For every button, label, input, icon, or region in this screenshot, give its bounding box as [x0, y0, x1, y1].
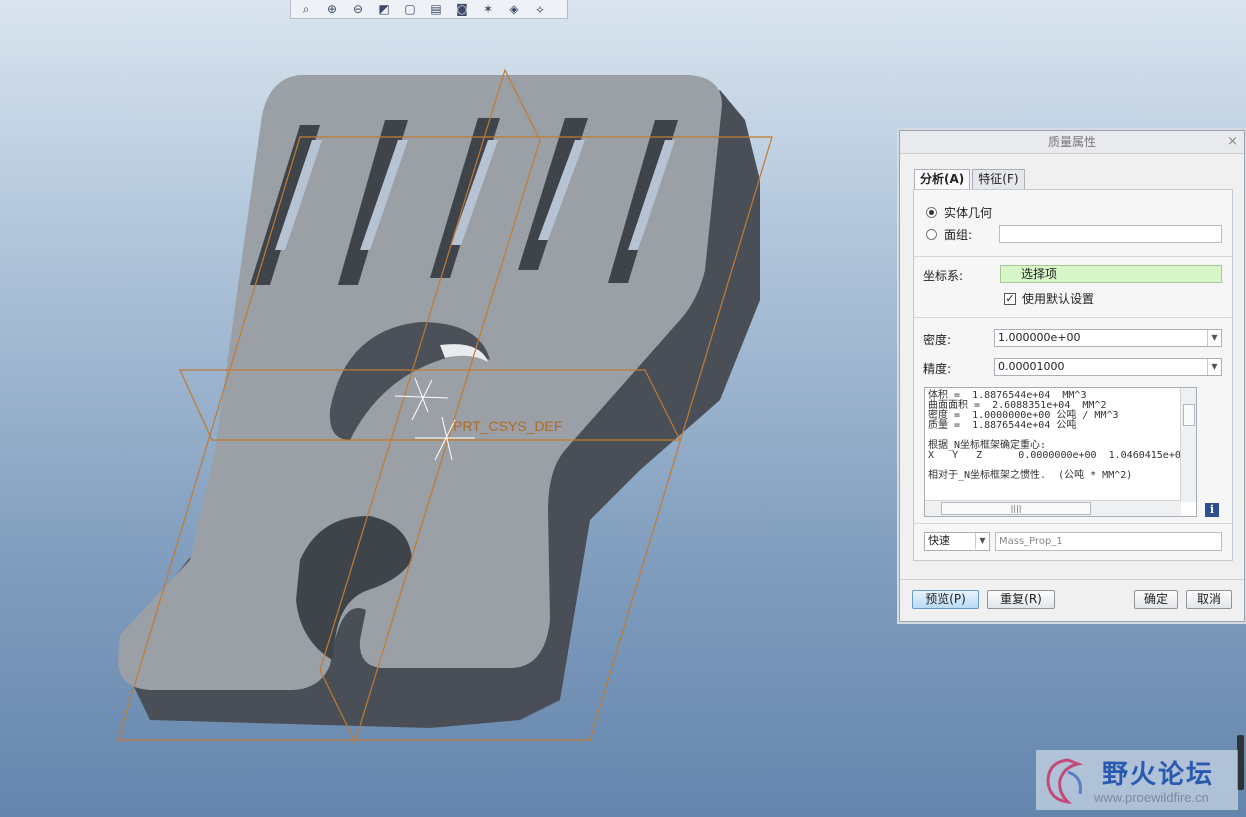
results-textbox[interactable]: 体积 = 1.8876544e+04 MM^3 曲面面积 = 2.6088351…: [924, 387, 1197, 517]
quilt-radio[interactable]: [926, 229, 937, 240]
ok-button[interactable]: 确定: [1134, 590, 1178, 609]
tab-feature[interactable]: 特征(F): [972, 169, 1025, 189]
chevron-down-icon[interactable]: ▼: [1207, 359, 1221, 375]
quilt-label: 面组:: [944, 228, 973, 242]
density-value: 1.000000e+00: [998, 331, 1081, 344]
precision-value: 0.00001000: [998, 360, 1065, 373]
precision-label: 精度:: [923, 362, 952, 376]
camera-icon[interactable]: ◙: [451, 1, 473, 18]
default-setting-checkbox[interactable]: ✓: [1004, 292, 1016, 305]
analysis-panel: 实体几何 面组: 坐标系: 选择项 ✓ 使用默认设置 密度: 1.000000e…: [913, 189, 1233, 561]
chevron-down-icon[interactable]: ▼: [1207, 330, 1221, 346]
tab-analysis[interactable]: 分析(A): [914, 169, 971, 190]
zoom-fit-icon[interactable]: ⌕: [295, 1, 317, 18]
display-style-icon[interactable]: ▢: [399, 1, 421, 18]
info-icon[interactable]: i: [1205, 503, 1219, 517]
view-toolbar: ⌕ ⊕ ⊖ ◩ ▢ ▤ ◙ ✶ ◈ ⟡: [290, 0, 568, 19]
dialog-title-text: 质量属性: [1047, 135, 1096, 149]
watermark-url: www.proewildfire.cn: [1094, 790, 1209, 805]
cancel-button[interactable]: 取消: [1186, 590, 1232, 609]
mode-value: 快速: [928, 534, 950, 547]
zoom-in-icon[interactable]: ⊕: [321, 1, 343, 18]
result-line: 质量 = 1.8876544e+04 公吨: [928, 420, 1077, 431]
solid-geometry-label: 实体几何: [944, 206, 993, 220]
viewport-scrollbar[interactable]: [1237, 735, 1244, 790]
repeat-button[interactable]: 重复(R): [987, 590, 1055, 609]
forum-logo-icon: [1046, 758, 1084, 804]
dialog-title: 质量属性 ×: [900, 131, 1244, 154]
feature-name-field[interactable]: Mass_Prop_1: [995, 532, 1222, 551]
watermark: 野火论坛 www.proewildfire.cn: [1036, 750, 1238, 810]
repaint-icon[interactable]: ◩: [373, 1, 395, 18]
density-input[interactable]: 1.000000e+00 ▼: [994, 329, 1222, 347]
mode-select[interactable]: 快速 ▼: [924, 532, 990, 551]
precision-input[interactable]: 0.00001000 ▼: [994, 358, 1222, 376]
vertical-scrollbar[interactable]: [1180, 388, 1196, 502]
datum-display-icon[interactable]: ✶: [477, 1, 499, 18]
density-label: 密度:: [923, 333, 952, 347]
csys-collector[interactable]: 选择项: [1000, 265, 1222, 283]
default-setting-option[interactable]: ✓ 使用默认设置: [1004, 290, 1094, 307]
zoom-out-icon[interactable]: ⊖: [347, 1, 369, 18]
solid-geometry-radio[interactable]: [926, 207, 937, 218]
csys-label: 坐标系:: [923, 269, 964, 283]
solid-geometry-option[interactable]: 实体几何: [926, 204, 992, 221]
annotation-icon[interactable]: ⟡: [529, 1, 551, 18]
quilt-collector[interactable]: [999, 225, 1222, 243]
mass-properties-dialog: 质量属性 × 分析(A) 特征(F) 实体几何 面组: 坐标系: 选择项 ✓ 使…: [899, 130, 1245, 622]
horizontal-scrollbar[interactable]: ||||: [925, 500, 1181, 516]
saved-views-icon[interactable]: ▤: [425, 1, 447, 18]
tab-bar: 分析(A) 特征(F): [914, 169, 1027, 190]
result-line: 相对于_N坐标框架之惯性. (公吨 * MM^2): [928, 470, 1133, 481]
chevron-down-icon[interactable]: ▼: [975, 533, 989, 549]
result-line: X Y Z 0.0000000e+00 1.0460415e+01: [928, 450, 1187, 461]
close-icon[interactable]: ×: [1227, 131, 1238, 153]
spin-center-icon[interactable]: ◈: [503, 1, 525, 18]
hscroll-grip[interactable]: ||||: [941, 502, 1091, 515]
watermark-title: 野火论坛: [1102, 760, 1215, 790]
default-setting-label: 使用默认设置: [1022, 292, 1095, 306]
preview-button[interactable]: 预览(P): [912, 590, 979, 609]
quilt-option[interactable]: 面组:: [926, 226, 972, 243]
csys-label: PRT_CSYS_DEF: [453, 418, 562, 434]
